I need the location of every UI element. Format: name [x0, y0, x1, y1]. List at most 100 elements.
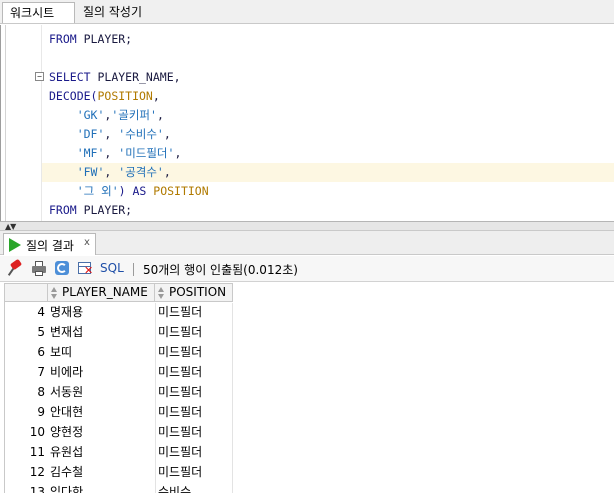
run-result-icon	[9, 238, 21, 252]
column-header-position[interactable]: POSITION	[155, 283, 233, 302]
table-row[interactable]: 12 김수철 미드필더	[5, 463, 233, 483]
code-token: ,	[163, 165, 171, 179]
cell-position[interactable]: 미드필더	[158, 463, 232, 482]
code-token: '공격수'	[118, 165, 164, 179]
fold-collapse-icon[interactable]: −	[35, 72, 44, 81]
cell-position[interactable]: 미드필더	[158, 403, 232, 422]
cell-player-name[interactable]: 안대현	[50, 403, 154, 422]
code-token: 'DF'	[76, 127, 105, 141]
code-token: '그 외'	[76, 184, 119, 198]
column-header-label: PLAYER_NAME	[62, 285, 148, 299]
code-token: ,	[174, 146, 182, 160]
cell-player-name[interactable]: 서동원	[50, 383, 154, 402]
cancel-fetch-icon[interactable]: ✕	[77, 260, 93, 276]
cell-divider	[232, 403, 233, 423]
cell-divider	[155, 463, 156, 483]
sort-icon[interactable]	[158, 287, 165, 299]
column-header-player-name[interactable]: PLAYER_NAME	[47, 283, 155, 302]
row-number: 10	[29, 425, 45, 439]
pin-icon[interactable]	[7, 258, 24, 276]
table-row[interactable]: 11 유원섭 미드필더	[5, 443, 233, 463]
table-row[interactable]: 4 명재용 미드필더	[5, 303, 233, 323]
code-token: DECODE(	[49, 89, 98, 103]
table-row[interactable]: 5 변재섭 미드필더	[5, 323, 233, 343]
table-row[interactable]: 10 양현정 미드필더	[5, 423, 233, 443]
cell-position[interactable]: 수비수	[158, 483, 232, 493]
cell-divider	[155, 363, 156, 383]
tab-worksheet[interactable]: 워크시트	[2, 2, 75, 23]
code-token: PLAYER_NAME,	[90, 70, 181, 84]
cell-divider	[155, 383, 156, 403]
code-line[interactable]: 'GK','골키퍼',	[49, 106, 164, 125]
cell-player-name[interactable]: 임다한	[50, 483, 154, 493]
sql-button[interactable]: SQL	[100, 261, 124, 275]
table-row[interactable]: 8 서동원 미드필더	[5, 383, 233, 403]
editor-left-margin	[5, 25, 6, 221]
cell-player-name[interactable]: 김수철	[50, 463, 154, 482]
result-toolbar: ✕ SQL 50개의 행이 인출됨(0.012초)	[0, 256, 614, 282]
code-token: ) AS	[118, 184, 154, 198]
code-token: 'FW'	[76, 165, 105, 179]
code-token: ,	[163, 127, 171, 141]
cell-player-name[interactable]: 비에라	[50, 363, 154, 382]
close-icon[interactable]: x	[84, 237, 90, 248]
code-line[interactable]: 'DF', '수비수',	[49, 125, 171, 144]
table-row[interactable]: 13 임다한 수비수	[5, 483, 233, 493]
editor-gutter	[41, 25, 42, 221]
result-tab-strip: 질의 결과 x	[0, 231, 614, 255]
refresh-icon[interactable]	[54, 260, 70, 276]
cell-divider	[155, 343, 156, 363]
cell-player-name[interactable]: 보띠	[50, 343, 154, 362]
cell-divider	[155, 323, 156, 343]
code-line[interactable]: FROM PLAYER;	[49, 30, 132, 49]
cell-position[interactable]: 미드필더	[158, 303, 232, 322]
print-icon[interactable]	[31, 260, 47, 276]
cell-position[interactable]: 미드필더	[158, 323, 232, 342]
row-number: 5	[37, 325, 45, 339]
cell-divider	[232, 323, 233, 343]
code-line[interactable]: '그 외') AS POSITION	[49, 182, 209, 201]
code-token: FROM	[49, 32, 77, 46]
code-token: PLAYER;	[76, 32, 133, 46]
code-line[interactable]: 'MF', '미드필더',	[49, 144, 182, 163]
cell-position[interactable]: 미드필더	[158, 363, 232, 382]
code-token: POSITION	[97, 89, 153, 103]
cell-position[interactable]: 미드필더	[158, 343, 232, 362]
sql-editor[interactable]: − FROM PLAYER; SELECT PLAYER_NAME, DECODE(…	[0, 25, 614, 221]
row-number: 7	[37, 365, 45, 379]
cell-player-name[interactable]: 양현정	[50, 423, 154, 442]
row-number: 4	[37, 305, 45, 319]
sort-icon[interactable]	[51, 287, 58, 299]
table-row[interactable]: 9 안대현 미드필더	[5, 403, 233, 423]
code-line[interactable]: SELECT PLAYER_NAME,	[49, 68, 181, 87]
code-line[interactable]: DECODE(POSITION,	[49, 87, 160, 106]
cell-divider	[232, 363, 233, 383]
result-tab-label: 질의 결과	[26, 239, 74, 253]
pane-splitter[interactable]: ▲▼	[0, 221, 614, 231]
cell-position[interactable]: 미드필더	[158, 383, 232, 402]
cell-player-name[interactable]: 유원섭	[50, 443, 154, 462]
row-number-header	[4, 283, 47, 302]
code-token: '수비수'	[118, 127, 164, 141]
table-row[interactable]: 7 비에라 미드필더	[5, 363, 233, 383]
code-token: ,	[156, 108, 164, 122]
row-number: 12	[29, 465, 45, 479]
tab-query-result[interactable]: 질의 결과 x	[3, 233, 96, 255]
cell-divider	[232, 443, 233, 463]
splitter-arrows-icon[interactable]: ▲▼	[5, 222, 16, 231]
cell-divider	[155, 483, 156, 493]
code-line[interactable]: FROM PLAYER;	[49, 201, 132, 220]
cell-player-name[interactable]: 변재섭	[50, 323, 154, 342]
column-header-label: POSITION	[169, 285, 227, 299]
cell-position[interactable]: 미드필더	[158, 423, 232, 442]
row-number: 8	[37, 385, 45, 399]
table-row[interactable]: 6 보띠 미드필더	[5, 343, 233, 363]
row-number: 13	[29, 485, 45, 493]
tab-query-builder[interactable]: 질의 작성기	[76, 2, 149, 23]
code-line[interactable]: 'FW', '공격수',	[42, 163, 614, 182]
cell-player-name[interactable]: 명재용	[50, 303, 154, 322]
cell-position[interactable]: 미드필더	[158, 443, 232, 462]
result-grid[interactable]: PLAYER_NAME POSITION 4 명재용 미드필더 5 변재섭 미드필더 6 보띠…	[0, 283, 614, 493]
